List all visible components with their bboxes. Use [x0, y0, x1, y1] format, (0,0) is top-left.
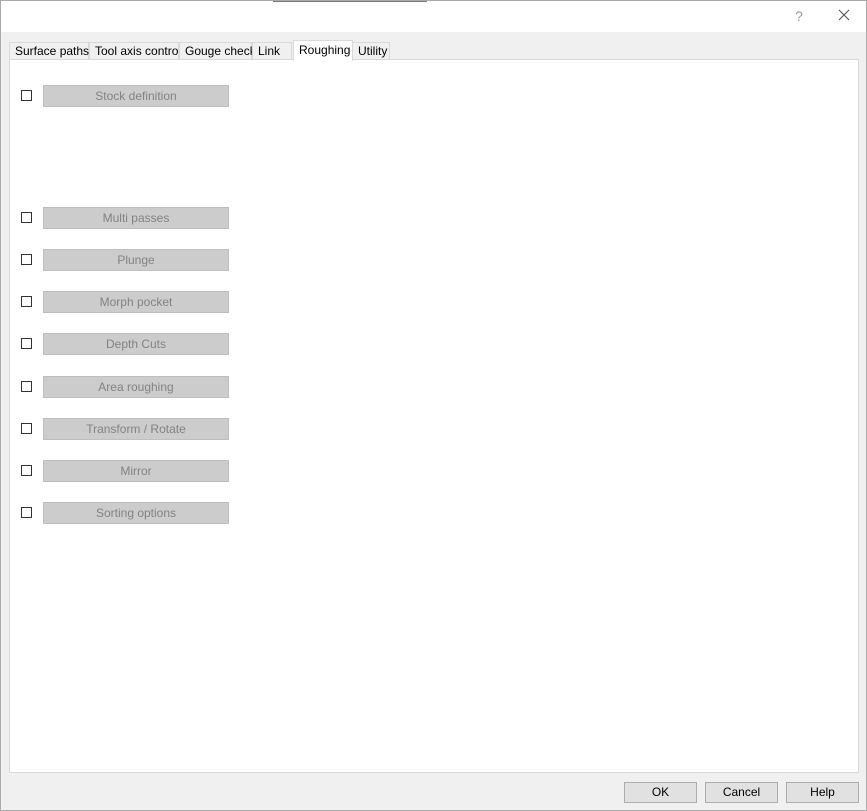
option-row-area-roughing: Area roughing [10, 376, 250, 398]
area-roughing-checkbox[interactable] [21, 381, 32, 392]
option-row-transform-rotate: Transform / Rotate [10, 418, 250, 440]
option-row-multi-passes: Multi passes [10, 207, 250, 229]
depth-cuts-checkbox[interactable] [21, 338, 32, 349]
stock-definition-button[interactable]: Stock definition [43, 85, 229, 107]
tab-gouge-check[interactable]: Gouge check [179, 42, 256, 60]
title-bar: ? [1, 1, 866, 32]
stock-definition-checkbox[interactable] [21, 90, 32, 101]
tab-tool-axis-control[interactable]: Tool axis control [89, 42, 181, 60]
tab-utility[interactable]: Utility [352, 42, 390, 60]
transform-rotate-button[interactable]: Transform / Rotate [43, 418, 229, 440]
mirror-button[interactable]: Mirror [43, 460, 229, 482]
ok-button[interactable]: OK [624, 782, 697, 803]
area-roughing-button[interactable]: Area roughing [43, 376, 229, 398]
close-icon[interactable] [830, 6, 858, 26]
help-button[interactable]: Help [786, 782, 859, 803]
tab-link[interactable]: Link [252, 42, 292, 60]
sorting-options-checkbox[interactable] [21, 507, 32, 518]
tab-roughing[interactable]: Roughing [293, 40, 353, 61]
option-row-depth-cuts: Depth Cuts [10, 333, 250, 355]
option-row-morph-pocket: Morph pocket [10, 291, 250, 313]
option-row-sorting-options: Sorting options [10, 502, 250, 524]
option-row-mirror: Mirror [10, 460, 250, 482]
tab-surface-paths[interactable]: Surface paths [9, 42, 89, 60]
multi-passes-button[interactable]: Multi passes [43, 207, 229, 229]
multi-passes-checkbox[interactable] [21, 212, 32, 223]
sorting-options-button[interactable]: Sorting options [43, 502, 229, 524]
option-row-stock-definition: Stock definition [10, 85, 250, 107]
plunge-button[interactable]: Plunge [43, 249, 229, 271]
depth-cuts-button[interactable]: Depth Cuts [43, 333, 229, 355]
roughing-panel: Stock definition Multi passes Plunge Mor… [9, 59, 859, 773]
cancel-button[interactable]: Cancel [705, 782, 778, 803]
transform-rotate-checkbox[interactable] [21, 423, 32, 434]
title-accent-line [273, 1, 427, 2]
plunge-checkbox[interactable] [21, 254, 32, 265]
help-icon[interactable]: ? [785, 7, 813, 25]
dialog-window: ? Surface paths Tool axis control Gouge … [0, 0, 867, 811]
mirror-checkbox[interactable] [21, 465, 32, 476]
morph-pocket-checkbox[interactable] [21, 296, 32, 307]
option-row-plunge: Plunge [10, 249, 250, 271]
morph-pocket-button[interactable]: Morph pocket [43, 291, 229, 313]
